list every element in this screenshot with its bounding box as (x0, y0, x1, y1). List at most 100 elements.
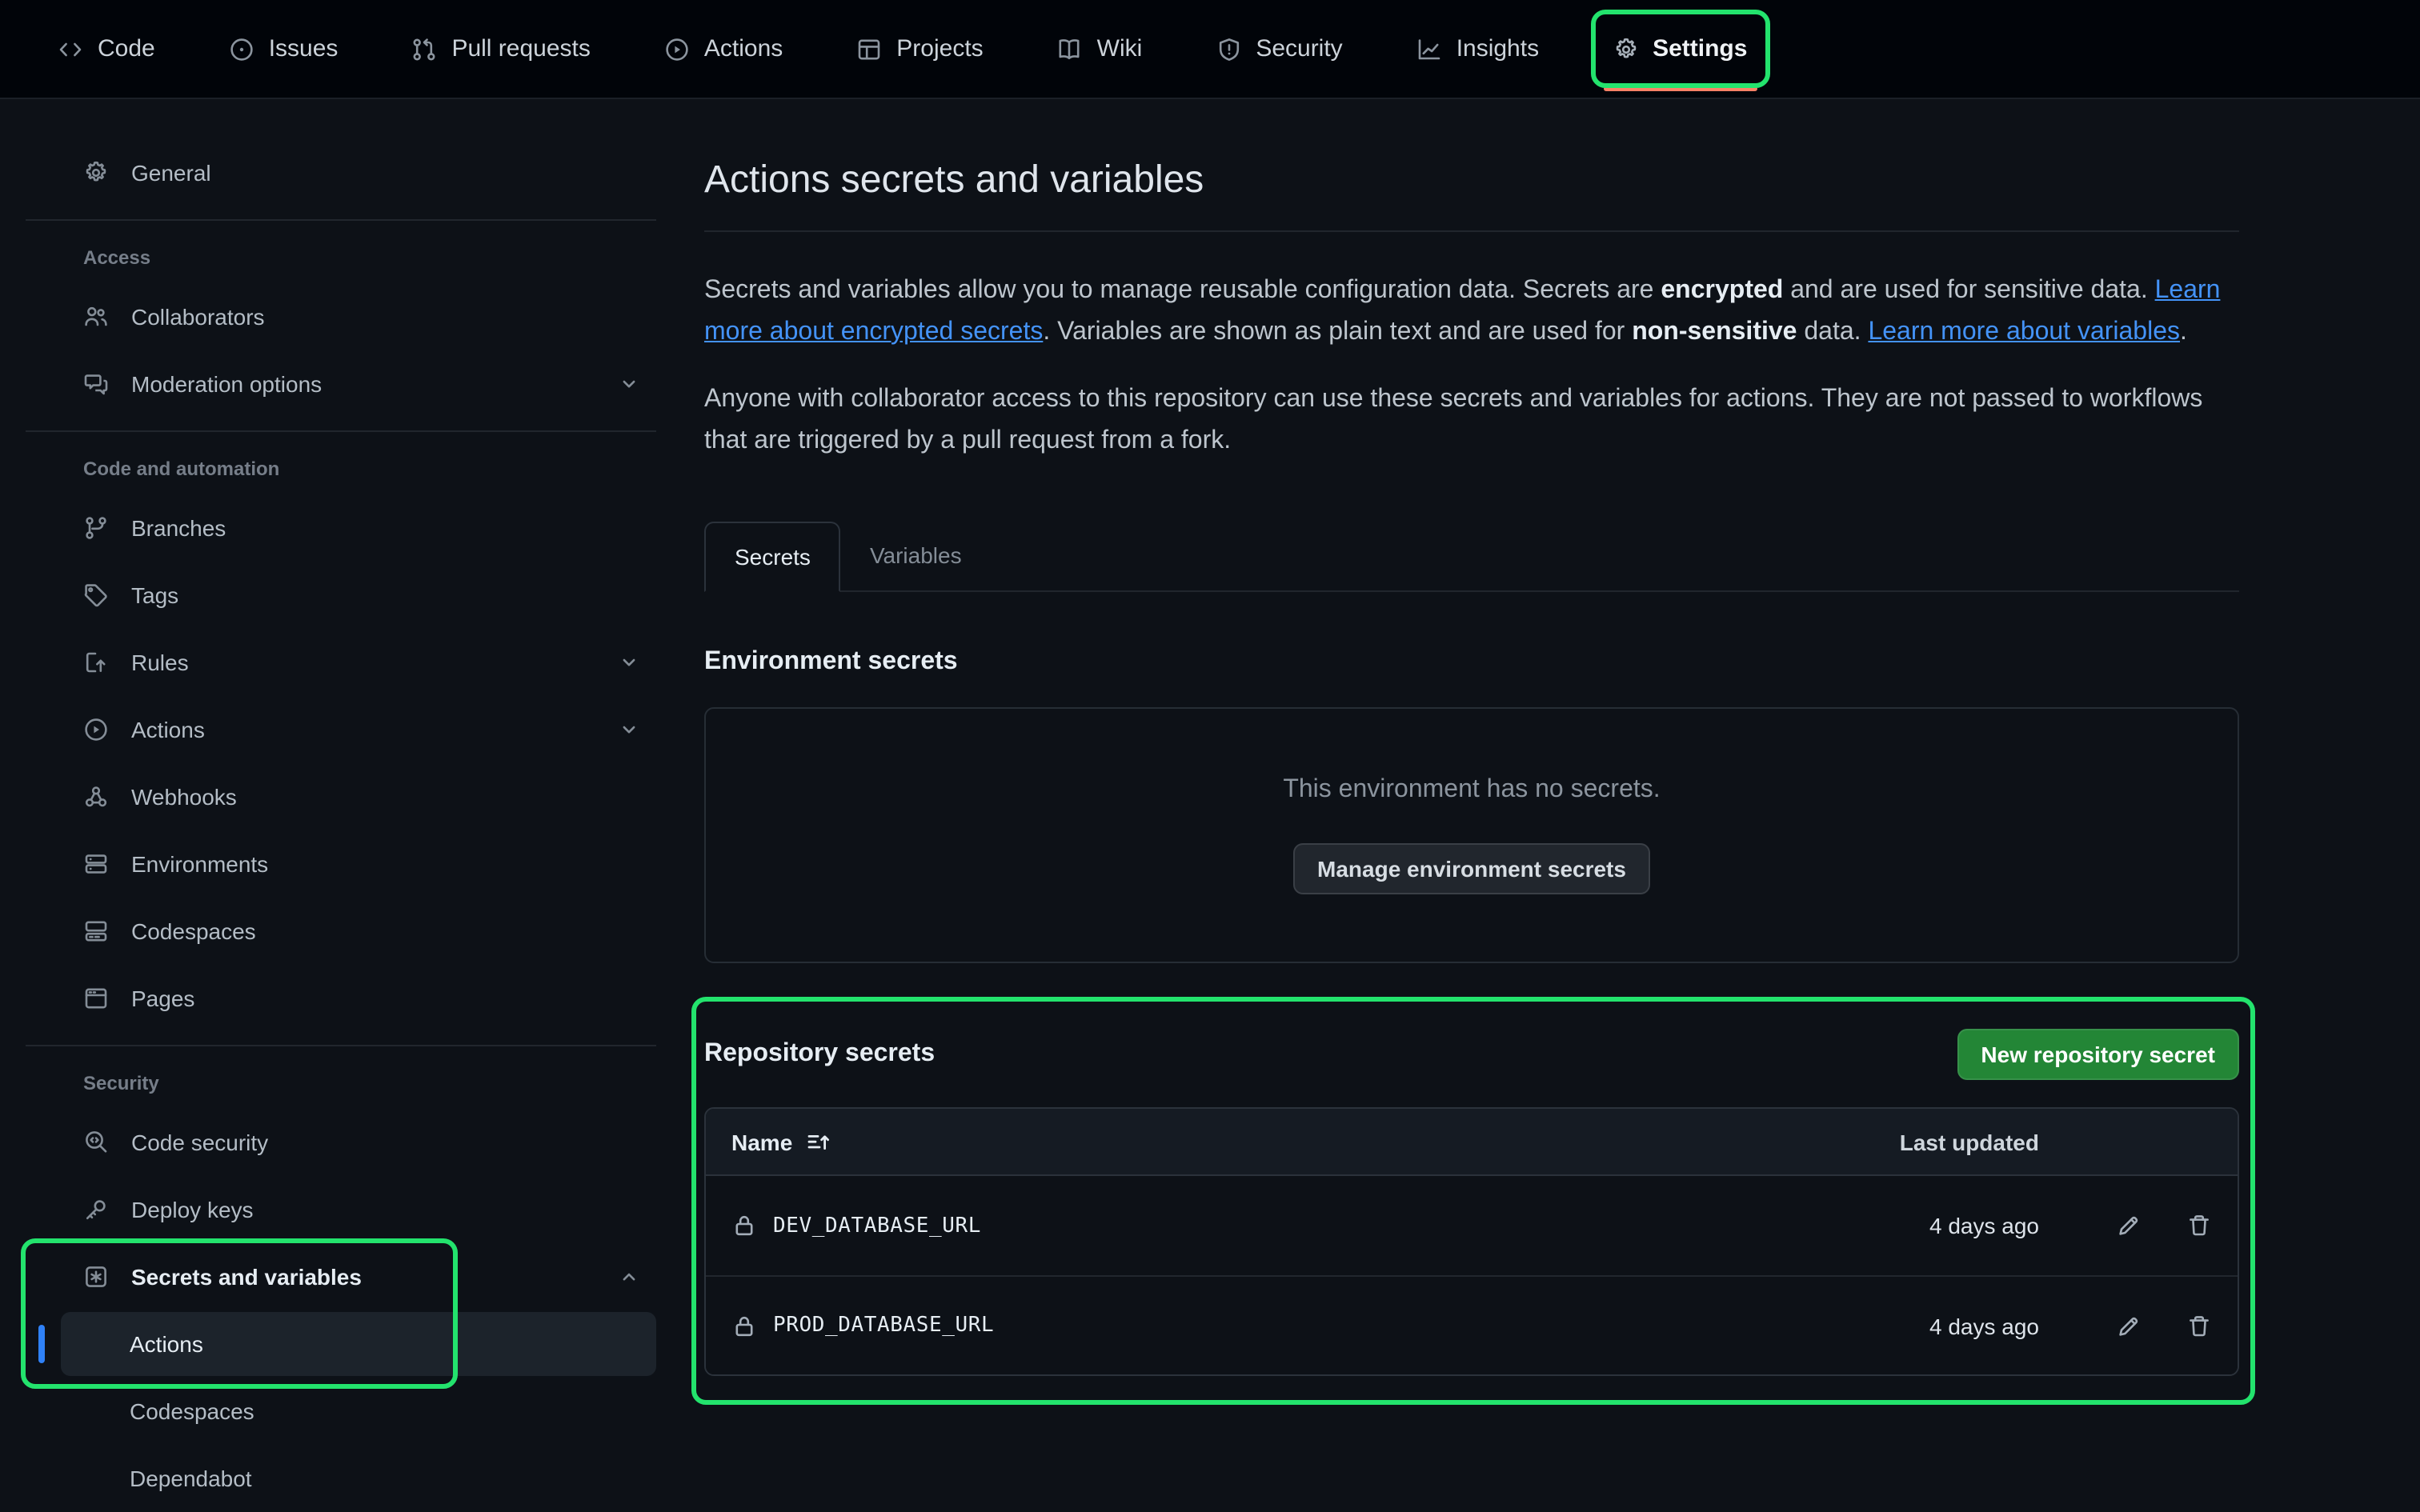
sidebar-item-actions[interactable]: Actions (26, 698, 656, 762)
sidebar-divider (26, 219, 656, 221)
desc-text: . (2180, 318, 2187, 346)
edit-secret-button[interactable] (2116, 1213, 2142, 1238)
nav-tab-label: Code (98, 35, 155, 62)
nav-tab-settings[interactable]: Settings (1609, 26, 1750, 72)
rules-icon (83, 650, 109, 675)
sidebar-item-label: Webhooks (131, 784, 640, 810)
desc-bold-non-sensitive: non-sensitive (1632, 318, 1797, 346)
book-icon (1057, 36, 1083, 62)
shield-icon (1216, 36, 1241, 62)
nav-tab-label: Insights (1456, 35, 1539, 62)
play-icon (664, 36, 690, 62)
lock-icon (731, 1313, 757, 1338)
tab-secrets[interactable]: Secrets (704, 522, 841, 592)
sidebar-item-label: Moderation options (131, 371, 595, 397)
description-paragraph-1: Secrets and variables allow you to manag… (704, 270, 2239, 354)
sidebar-item-label: Environments (131, 851, 640, 877)
chevron-up-icon (618, 1266, 640, 1288)
nav-tab-wiki[interactable]: Wiki (1054, 26, 1146, 72)
nav-tab-security[interactable]: Security (1212, 26, 1345, 72)
sidebar-section-code-and-automation: Code and automation (26, 448, 656, 496)
graph-icon (1416, 36, 1442, 62)
environment-empty-text: This environment has no secrets. (1283, 776, 1660, 805)
sidebar-item-label: General (131, 160, 640, 186)
sidebar-item-code-security[interactable]: Code security (26, 1110, 656, 1174)
sidebar-section-access: Access (26, 237, 656, 285)
nav-tab-code[interactable]: Code (54, 26, 158, 72)
asterisk-box-icon (83, 1264, 109, 1290)
environment-secrets-box: This environment has no secrets. Manage … (704, 707, 2239, 963)
edit-secret-button[interactable] (2116, 1313, 2142, 1338)
manage-environment-secrets-button[interactable]: Manage environment secrets (1293, 843, 1650, 894)
sidebar-item-label: Branches (131, 515, 640, 541)
lock-icon (731, 1213, 757, 1238)
secret-last-updated: 4 days ago (1847, 1313, 2039, 1338)
name-column-sort[interactable]: Name (731, 1129, 831, 1154)
webhook-icon (83, 784, 109, 810)
sidebar-subitem-dependabot[interactable]: Dependabot (61, 1446, 656, 1510)
chevron-down-icon (618, 373, 640, 395)
desc-text: Secrets and variables allow you to manag… (704, 277, 1661, 304)
sidebar-item-codespaces[interactable]: Codespaces (26, 899, 656, 963)
nav-tab-issues[interactable]: Issues (226, 26, 342, 72)
desc-bold-encrypted: encrypted (1661, 277, 1783, 304)
nav-tab-label: Pull requests (451, 35, 590, 62)
sidebar-item-webhooks[interactable]: Webhooks (26, 765, 656, 829)
gear-icon (1613, 36, 1638, 62)
secrets-and-variables-group: Secrets and variables Actions (26, 1245, 656, 1376)
settings-sidebar: General Access Collaborators Moderation … (0, 99, 672, 1512)
nav-tab-actions[interactable]: Actions (661, 26, 786, 72)
nav-tab-label: Projects (896, 35, 983, 62)
title-divider (704, 230, 2239, 232)
trash-icon (2186, 1313, 2212, 1338)
sidebar-item-label: Secrets and variables (131, 1264, 595, 1290)
comment-discussion-icon (83, 371, 109, 397)
sidebar-item-label: Code security (131, 1130, 640, 1155)
tab-variables[interactable]: Variables (841, 520, 991, 590)
sidebar-item-deploy-keys[interactable]: Deploy keys (26, 1178, 656, 1242)
sidebar-item-label: Pages (131, 986, 640, 1011)
page-title: Actions secrets and variables (704, 157, 2239, 205)
nav-tab-label: Security (1256, 35, 1342, 62)
trash-icon (2186, 1213, 2212, 1238)
sidebar-item-rules[interactable]: Rules (26, 630, 656, 694)
sidebar-item-pages[interactable]: Pages (26, 966, 656, 1030)
table-row: PROD_DATABASE_URL 4 days ago (706, 1275, 2238, 1374)
nav-tab-label: Issues (269, 35, 339, 62)
tag-icon (83, 582, 109, 608)
sidebar-item-environments[interactable]: Environments (26, 832, 656, 896)
pencil-icon (2116, 1313, 2142, 1338)
secrets-variables-tabbar: Secrets Variables (704, 520, 2239, 592)
desc-text: and are used for sensitive data. (1783, 277, 2154, 304)
sidebar-item-label: Codespaces (131, 918, 640, 944)
sidebar-item-general[interactable]: General (26, 141, 656, 205)
chevron-down-icon (618, 651, 640, 674)
last-updated-column-header: Last updated (1847, 1129, 2039, 1154)
sidebar-item-label: Actions (131, 717, 595, 742)
new-repository-secret-button[interactable]: New repository secret (1957, 1029, 2239, 1080)
sidebar-item-secrets-and-variables[interactable]: Secrets and variables (26, 1245, 656, 1309)
repository-secrets-table: Name Last updated DEV_DATABASE_URL 4 day… (704, 1107, 2239, 1376)
nav-tab-pull-requests[interactable]: Pull requests (408, 26, 593, 72)
desc-text: data. (1797, 318, 1868, 346)
sidebar-item-tags[interactable]: Tags (26, 563, 656, 627)
git-pull-request-icon (411, 36, 437, 62)
delete-secret-button[interactable] (2186, 1313, 2212, 1338)
sidebar-subitem-actions[interactable]: Actions (61, 1312, 656, 1376)
desc-text: . Variables are shown as plain text and … (1043, 318, 1632, 346)
sidebar-subitem-codespaces[interactable]: Codespaces (61, 1379, 656, 1443)
environment-secrets-heading: Environment secrets (704, 643, 2239, 682)
sidebar-divider (26, 1045, 656, 1046)
sidebar-item-branches[interactable]: Branches (26, 496, 656, 560)
secret-name: DEV_DATABASE_URL (773, 1214, 981, 1238)
nav-tab-label: Actions (704, 35, 783, 62)
sidebar-item-moderation-options[interactable]: Moderation options (26, 352, 656, 416)
nav-tab-insights[interactable]: Insights (1413, 26, 1542, 72)
sidebar-subitem-label: Actions (130, 1331, 203, 1357)
delete-secret-button[interactable] (2186, 1213, 2212, 1238)
table-row: DEV_DATABASE_URL 4 days ago (706, 1176, 2238, 1275)
sidebar-item-collaborators[interactable]: Collaborators (26, 285, 656, 349)
pencil-icon (2116, 1213, 2142, 1238)
nav-tab-projects[interactable]: Projects (853, 26, 986, 72)
link-variables[interactable]: Learn more about variables (1868, 318, 2180, 346)
